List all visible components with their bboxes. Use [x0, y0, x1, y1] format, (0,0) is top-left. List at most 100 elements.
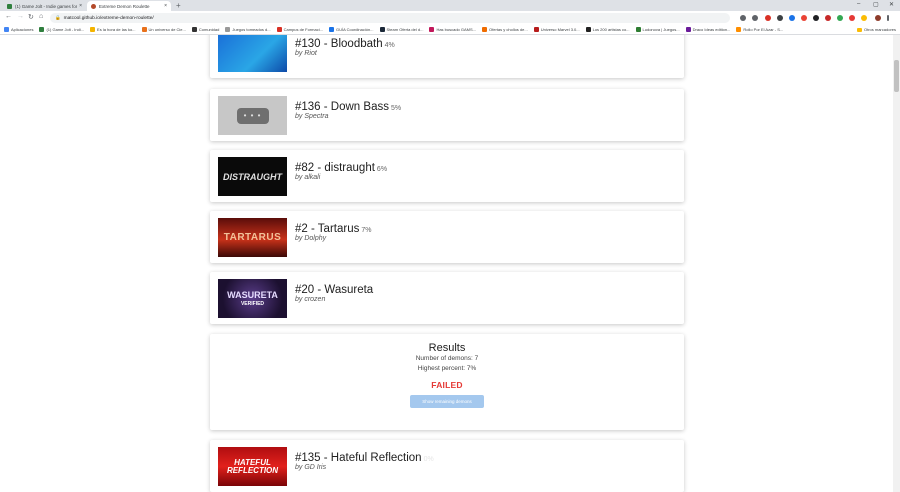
- bookmark-item[interactable]: Ludonova | Juegos...: [635, 27, 680, 32]
- demon-title: #136 - Down Bass: [295, 101, 389, 113]
- demon-thumbnail: HATEFUL REFLECTION: [218, 447, 287, 486]
- bookmark-favicon-icon: [635, 27, 641, 32]
- bookmark-favicon-icon: [225, 27, 231, 32]
- page-content: #130 - Bloodbath 4% by Riot • • • #136 - …: [0, 35, 893, 492]
- bookmark-favicon-icon: [685, 27, 691, 32]
- minimize-icon[interactable]: –: [857, 1, 860, 7]
- browser-toolbar: ← → ↻ ⌂ 🔒 matcool.github.io/extreme-demo…: [0, 11, 900, 25]
- close-tab-icon[interactable]: ×: [164, 3, 167, 9]
- back-icon[interactable]: ←: [5, 13, 12, 20]
- extension-icon[interactable]: [801, 15, 807, 21]
- highest-percent: Highest percent: 7%: [417, 365, 477, 372]
- demon-creator: by alkali: [295, 174, 321, 181]
- show-remaining-demons-button[interactable]: Show remaining demons: [410, 395, 484, 408]
- demon-card: • • • #136 - Down Bass 5% by Spectra: [210, 89, 684, 141]
- close-tab-icon[interactable]: ×: [79, 3, 82, 9]
- other-bookmarks[interactable]: Otros marcadores: [856, 27, 896, 32]
- demon-creator: by Riot: [295, 50, 317, 57]
- demon-card: TARTARUS #2 - Tartarus 7% by Dolphy: [210, 211, 684, 263]
- bookmark-favicon-icon: [90, 27, 96, 32]
- page-scrollbar[interactable]: [893, 35, 900, 492]
- demon-creator: by Dolphy: [295, 235, 327, 242]
- bookmarks-bar: Aplicaciones (1) Game Jolt - Indi... Es …: [0, 25, 900, 35]
- demon-percent: 0%: [423, 456, 434, 463]
- zoom-icon[interactable]: [740, 15, 746, 21]
- bookmark-favicon-icon: [482, 27, 488, 32]
- demon-creator: by Spectra: [295, 113, 329, 120]
- demon-percent: 7%: [361, 227, 372, 234]
- bookmark-favicon-icon: [736, 27, 742, 32]
- thumbnail-title: WASURETA: [227, 290, 278, 300]
- bookmark-item[interactable]: Es la hora de las ko...: [90, 27, 136, 32]
- forward-icon[interactable]: →: [17, 13, 24, 20]
- bookmark-favicon-icon: [276, 27, 282, 32]
- profile-avatar[interactable]: [875, 15, 881, 21]
- bookmark-item[interactable]: Rollo Por El Azar - S...: [736, 27, 783, 32]
- demon-title: #82 - distraught: [295, 162, 375, 174]
- bookmark-favicon-icon: [585, 27, 591, 32]
- tab-title: (1) Game Jolt - Indie games for t: [15, 3, 78, 9]
- demon-percent: 5%: [390, 105, 402, 112]
- home-icon[interactable]: ⌂: [39, 13, 43, 20]
- demon-thumbnail: [218, 35, 287, 72]
- demon-creator: by GD Iris: [295, 464, 327, 471]
- extension-icon[interactable]: [849, 15, 855, 21]
- thumbnail-subtitle: VERIFIED: [240, 301, 265, 307]
- demon-title: #2 - Tartarus: [295, 223, 360, 235]
- tab-game-jolt[interactable]: (1) Game Jolt - Indie games for t ×: [3, 1, 86, 11]
- bookmark-item[interactable]: Los 200 artistas co...: [585, 27, 630, 32]
- scrollbar-thumb[interactable]: [894, 60, 899, 92]
- bookmark-favicon-icon: [191, 27, 197, 32]
- extension-icon[interactable]: [765, 15, 771, 21]
- apps-icon: [4, 27, 9, 32]
- extension-icon[interactable]: [825, 15, 831, 21]
- bookmark-favicon-icon: [39, 27, 45, 32]
- extension-icon[interactable]: [777, 15, 783, 21]
- demon-card: #130 - Bloodbath 4% by Riot: [210, 35, 684, 78]
- results-card: Results Number of demons: 7 Highest perc…: [210, 334, 684, 430]
- bookmark-item[interactable]: Universo Marvel 3.0...: [533, 27, 580, 32]
- new-tab-button[interactable]: +: [176, 1, 181, 10]
- extension-icon[interactable]: [861, 15, 867, 21]
- game-jolt-favicon-icon: [7, 3, 12, 9]
- demon-creator: by crozen: [295, 296, 326, 303]
- demon-title: #20 - Wasureta: [295, 284, 374, 296]
- bookmark-item[interactable]: Juegos tomeados d...: [225, 27, 271, 32]
- failed-status: FAILED: [431, 380, 463, 390]
- tab-extreme-demon-roulette[interactable]: Extreme Demon Roulette ×: [87, 1, 171, 11]
- extension-icon[interactable]: [837, 15, 843, 21]
- demon-title: #135 - Hateful Reflection: [295, 452, 422, 464]
- address-bar[interactable]: 🔒 matcool.github.io/extreme-demon-roulet…: [50, 13, 730, 23]
- bookmark-item[interactable]: GUÍA Coordinación...: [328, 27, 374, 32]
- demon-card: DISTRAUGHT #82 - distraught 6% by alkali: [210, 150, 684, 202]
- bookmark-item[interactable]: Campus de Formaci...: [276, 27, 323, 32]
- demon-percent: 4%: [384, 42, 395, 49]
- demon-thumbnail: WASURETA VERIFIED: [218, 279, 287, 318]
- bookmark-item[interactable]: Steam Oferta del d...: [379, 27, 423, 32]
- bookmark-item[interactable]: Comunidad: [191, 27, 219, 32]
- tab-title: Extreme Demon Roulette: [99, 3, 150, 9]
- number-of-demons: Number of demons: 7: [415, 355, 479, 362]
- extension-icon[interactable]: [789, 15, 795, 21]
- lock-icon: 🔒: [55, 15, 61, 20]
- bookmark-item[interactable]: Aplicaciones: [4, 27, 33, 32]
- bookmark-item[interactable]: Draco Ideas edition...: [685, 27, 730, 32]
- bookmark-item[interactable]: (1) Game Jolt - Indi...: [39, 27, 84, 32]
- menu-icon[interactable]: [887, 15, 889, 21]
- close-window-icon[interactable]: ✕: [889, 1, 894, 8]
- bookmark-item[interactable]: Has buscado GAMS...: [429, 27, 476, 32]
- extension-icon[interactable]: [813, 15, 819, 21]
- thumbnail-button-graphic: • • •: [236, 107, 269, 124]
- reload-icon[interactable]: ↻: [28, 13, 34, 21]
- bookmark-item[interactable]: Ofertas y chollos de...: [482, 27, 528, 32]
- bookmark-item[interactable]: Un universo de Cie...: [141, 27, 186, 32]
- bookmark-favicon-icon: [141, 27, 147, 32]
- demon-thumbnail: TARTARUS: [218, 218, 287, 257]
- demon-thumbnail: • • •: [218, 96, 287, 135]
- demon-title: #130 - Bloodbath: [295, 38, 383, 50]
- bookmark-star-icon[interactable]: [752, 15, 758, 21]
- demon-card: WASURETA VERIFIED #20 - Wasureta by croz…: [210, 272, 684, 324]
- demon-thumbnail: DISTRAUGHT: [218, 157, 287, 196]
- roulette-favicon-icon: [91, 3, 96, 9]
- maximize-icon[interactable]: ▢: [873, 1, 879, 8]
